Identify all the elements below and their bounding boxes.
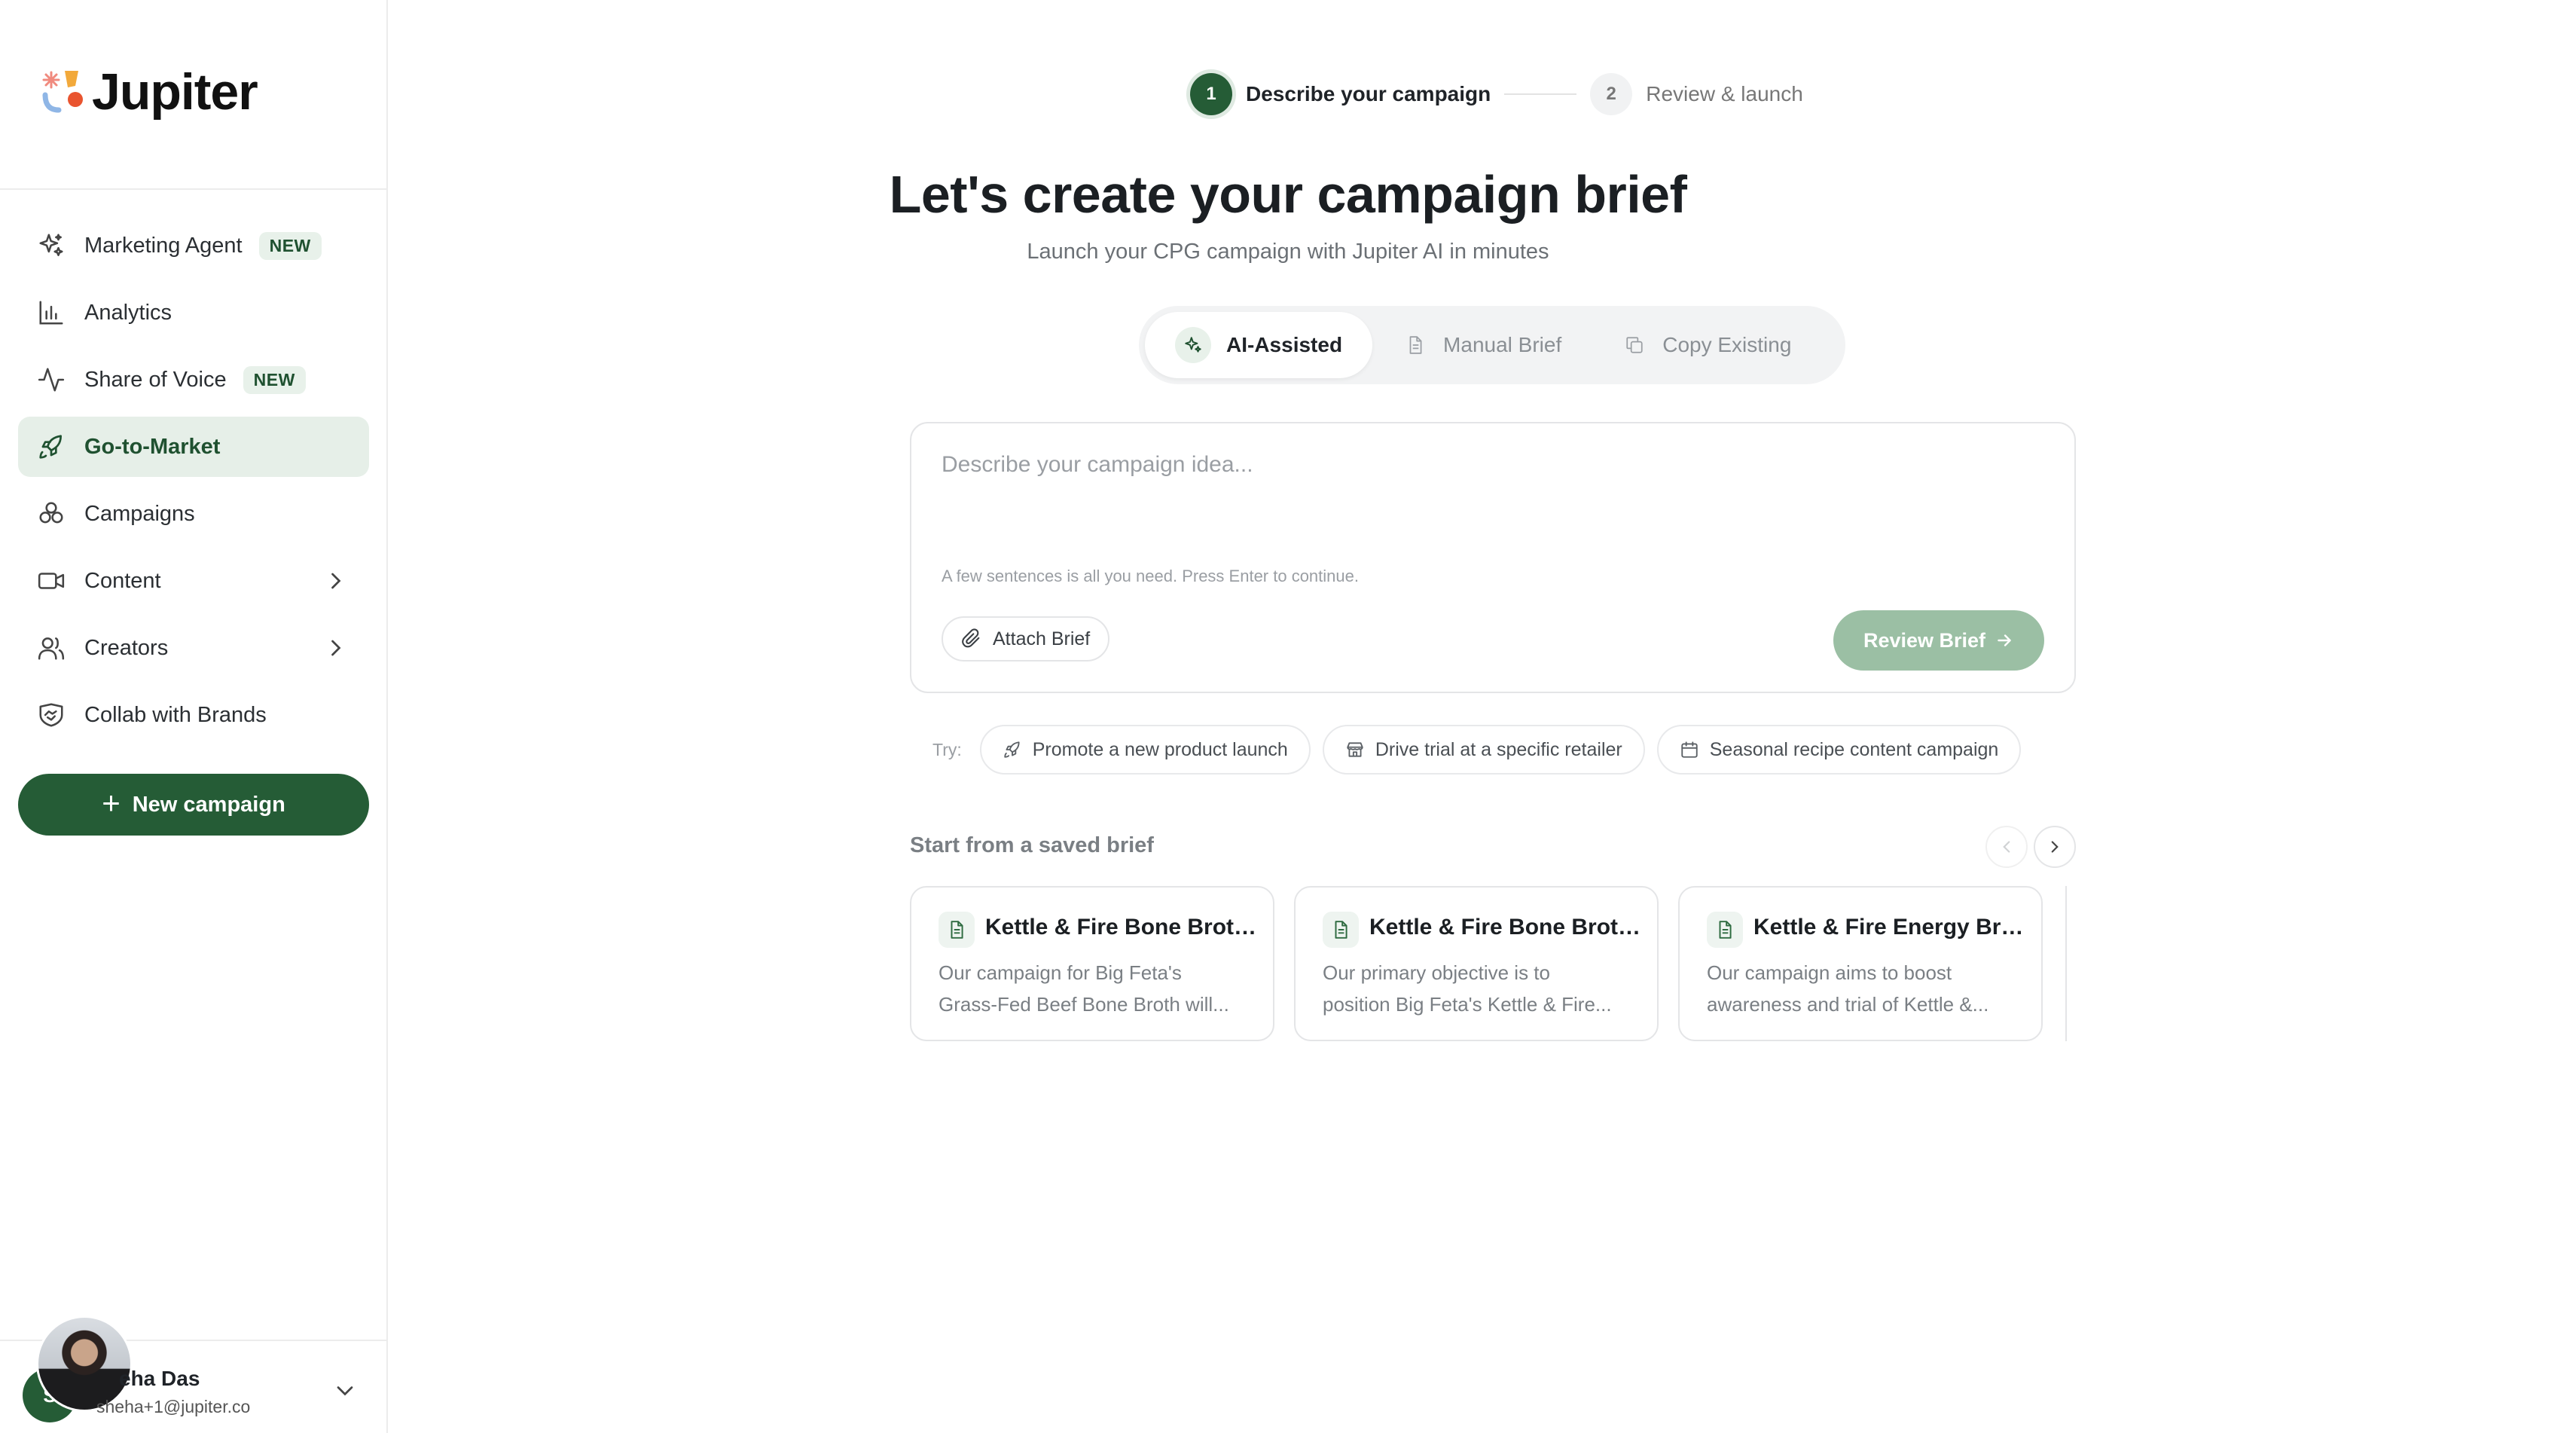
suggestion-chip-seasonal-recipe[interactable]: Seasonal recipe content campaign [1656,725,2022,775]
handshake-icon [36,700,66,730]
sidebar-item-label: Analytics [84,300,172,325]
saved-brief-line: awareness and trial of Kettle &... [1707,993,1989,1016]
sidebar-item-campaigns[interactable]: Campaigns [18,484,369,544]
document-icon [1402,332,1428,358]
saved-brief-title: Kettle & Fire Bone Broth... [985,915,1264,940]
tab-copy-existing[interactable]: Copy Existing [1592,312,1821,378]
sidebar-item-label: Campaigns [84,501,195,526]
calendar-icon [1681,741,1698,758]
rocket-icon [1004,741,1020,758]
rocket-icon [36,432,66,462]
saved-brief-card[interactable]: Kettle & Fire Energy Bro... Our campaign… [1678,886,2043,1041]
chevron-right-icon[interactable] [322,567,349,594]
step-1-label: Describe your campaign [1246,82,1491,105]
saved-brief-card[interactable]: Kettle & Fire Bone Broth... Our primary … [1294,886,1659,1041]
brand-logo[interactable]: Jupiter [42,66,258,118]
paperclip-icon [962,628,980,648]
users-icon [36,633,66,663]
chip-label: Promote a new product launch [1032,738,1288,760]
sidebar-item-content[interactable]: Content [18,551,369,611]
sidebar-item-label: Collab with Brands [84,702,267,727]
chip-label: Seasonal recipe content campaign [1709,738,1999,760]
stepper: 1 Describe your campaign 2 Review & laun… [1190,72,1803,116]
saved-brief-description: Our campaign aims to boost awareness and… [1707,957,2023,1020]
bar-chart-icon [36,298,66,328]
mode-tabs: AI-Assisted Manual Brief Copy Existing [1139,306,1845,384]
document-icon [1323,912,1359,948]
sidebar-item-label: Creators [84,635,169,660]
saved-brief-line: Grass-Fed Beef Bone Broth will... [939,993,1229,1016]
arrow-right-icon [1998,634,2011,646]
store-icon [1347,742,1363,757]
composer-hint: A few sentences is all you need. Press E… [942,567,1359,585]
sidebar-item-share-of-voice[interactable]: Share of Voice NEW [18,350,369,410]
chip-label: Drive trial at a specific retailer [1375,738,1622,760]
campaign-idea-placeholder: Describe your campaign idea... [942,452,1253,477]
page-subtitle: Launch your CPG campaign with Jupiter AI… [1027,240,1549,264]
sparkles-icon [1175,327,1211,363]
step-2-circle: 2 [1590,73,1633,115]
chevron-right-icon [2051,841,2059,853]
try-label: Try: [932,739,962,759]
user-name: eha Das [119,1367,200,1390]
carousel-next-button[interactable] [2034,826,2076,868]
chevron-left-icon [2003,841,2010,853]
saved-brief-line: Our primary objective is to [1323,961,1550,984]
review-brief-label: Review Brief [1863,628,1986,652]
step-1-circle: 1 [1190,73,1232,115]
new-campaign-label: New campaign [132,792,285,817]
tab-label: Manual Brief [1443,333,1562,356]
activity-icon [36,365,66,395]
tab-manual-brief[interactable]: Manual Brief [1372,312,1592,378]
tab-label: Copy Existing [1662,333,1792,356]
step-connector [1504,93,1577,95]
saved-brief-title: Kettle & Fire Energy Bro... [1753,915,2032,940]
suggestion-row: Try: Promote a new product launch Drive … [932,725,2033,775]
saved-brief-line: Our campaign aims to boost [1707,961,1952,984]
plus-icon: + [102,785,121,820]
sidebar-item-creators[interactable]: Creators [18,618,369,678]
review-brief-button[interactable]: Review Brief [1833,610,2044,671]
brand-name: Jupiter [92,63,258,121]
saved-brief-line: position Big Feta's Kettle & Fire... [1323,993,1612,1016]
saved-brief-line: Our campaign for Big Feta's [939,961,1182,984]
jupiter-logo-icon [42,68,90,116]
saved-briefs-title: Start from a saved brief [910,833,1154,857]
new-campaign-button[interactable]: + New campaign [18,774,369,836]
campaign-idea-input[interactable]: Describe your campaign idea... A few sen… [910,422,2076,693]
sidebar-item-label: Go-to-Market [84,434,221,459]
sidebar-item-label: Share of Voice [84,367,227,392]
sidebar-item-collab-with-brands[interactable]: Collab with Brands [18,685,369,745]
sidebar-item-go-to-market[interactable]: Go-to-Market [18,417,369,477]
document-icon [1707,912,1743,948]
suggestion-chip-retailer-trial[interactable]: Drive trial at a specific retailer [1322,725,1645,775]
new-badge: NEW [243,365,306,394]
attach-brief-button[interactable]: Attach Brief [942,616,1110,662]
saved-brief-description: Our primary objective is to position Big… [1323,957,1639,1020]
copy-icon [1622,332,1647,358]
sidebar-item-analytics[interactable]: Analytics [18,283,369,343]
video-icon [36,566,66,596]
chevron-down-icon[interactable] [331,1377,359,1404]
user-menu[interactable]: S eha Das sheha+1@jupiter.co [23,1315,369,1422]
tab-ai-assisted[interactable]: AI-Assisted [1145,312,1373,378]
sidebar-nav: Marketing Agent NEW Analytics Share of V… [18,215,369,752]
saved-briefs-carousel: Kettle & Fire Bone Broth... Our campaign… [910,886,2076,1044]
carousel-prev-button[interactable] [1985,826,2028,868]
page-title: Let's create your campaign brief [889,165,1687,224]
user-email: sheha+1@jupiter.co [96,1397,251,1416]
tab-label: AI-Assisted [1226,333,1343,356]
step-2-label: Review & launch [1646,82,1803,105]
saved-brief-card[interactable]: Kettle & Fire Bone Broth... Our campaign… [910,886,1274,1041]
suggestion-chip-product-launch[interactable]: Promote a new product launch [979,725,1311,775]
saved-brief-title: Kettle & Fire Bone Broth... [1369,915,1648,940]
saved-brief-card-partial[interactable] [2065,886,2076,1041]
saved-brief-description: Our campaign for Big Feta's Grass-Fed Be… [939,957,1255,1020]
sidebar-item-label: Content [84,568,161,593]
attach-brief-label: Attach Brief [993,628,1091,649]
cluster-icon [36,499,66,529]
document-icon [939,912,975,948]
chevron-right-icon[interactable] [322,634,349,662]
